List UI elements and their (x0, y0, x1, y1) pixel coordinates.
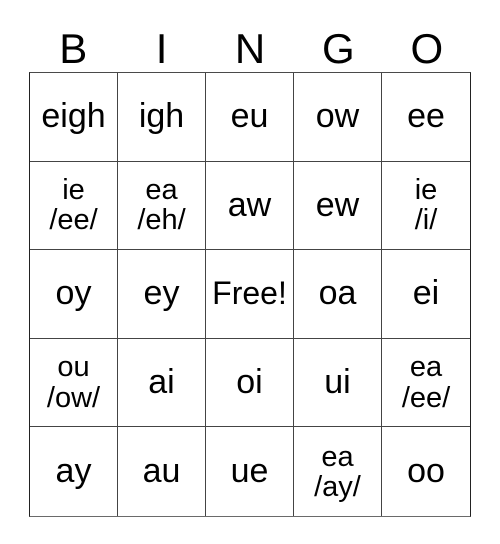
bingo-cell[interactable]: ue (206, 427, 294, 516)
bingo-header-letter-g: G (322, 25, 355, 72)
bingo-cell[interactable]: ay (30, 427, 118, 516)
bingo-cell-text: igh (138, 97, 185, 136)
bingo-cell-text: ei (412, 274, 440, 313)
bingo-cell[interactable]: ie /ee/ (30, 161, 118, 251)
bingo-cell[interactable]: ai (118, 338, 206, 428)
bingo-cell[interactable]: ie /i/ (382, 162, 470, 251)
bingo-cell[interactable]: eigh (30, 73, 118, 162)
bingo-cell[interactable]: ei (382, 250, 470, 339)
bingo-cell[interactable]: aw (206, 161, 294, 251)
bingo-cell[interactable]: ea /ay/ (294, 427, 382, 516)
bingo-cell[interactable]: ou /ow/ (30, 338, 118, 428)
bingo-header-row: B I N G O (29, 8, 471, 72)
bingo-cell-text: ie (414, 174, 438, 207)
bingo-cell[interactable]: ey (118, 250, 206, 339)
bingo-cell[interactable]: oo (382, 427, 470, 516)
bingo-cell-text: ue (230, 451, 269, 490)
bingo-cell[interactable]: ew (294, 161, 382, 251)
bingo-cell-text: aw (227, 185, 272, 224)
bingo-cell-subtext: /ee/ (49, 204, 98, 237)
bingo-cell[interactable]: ee (382, 73, 470, 162)
bingo-cell[interactable]: igh (118, 73, 206, 162)
bingo-cell[interactable]: ow (294, 73, 382, 162)
bingo-cell[interactable]: ui (294, 338, 382, 428)
bingo-cell-text: ey (143, 274, 180, 313)
bingo-cell-text: Free! (212, 275, 287, 312)
bingo-cell-text: ai (148, 362, 175, 401)
bingo-cell-text: ew (315, 185, 360, 224)
bingo-cell[interactable]: ea /ee/ (382, 339, 470, 428)
bingo-cell-text: ee (407, 97, 445, 136)
bingo-cell-text: ea (409, 351, 443, 384)
bingo-cell[interactable]: ea /eh/ (118, 161, 206, 251)
bingo-card: B I N G O eigh igh eu ow ee ie /ee/ ea /… (29, 8, 471, 517)
bingo-grid: eigh igh eu ow ee ie /ee/ ea /eh/ aw ew (29, 72, 471, 517)
bingo-cell[interactable]: eu (206, 73, 294, 162)
bingo-cell[interactable]: oy (30, 250, 118, 339)
bingo-cell-subtext: /i/ (414, 204, 438, 237)
bingo-cell-text: ui (324, 362, 351, 401)
bingo-cell-text: oi (236, 362, 263, 401)
bingo-cell-subtext: /ay/ (314, 470, 361, 503)
bingo-cell-text: ea (145, 174, 178, 207)
bingo-cell-text: oo (407, 451, 445, 490)
bingo-cell-subtext: /ee/ (401, 381, 451, 414)
bingo-header-letter-i: I (155, 25, 168, 72)
bingo-cell[interactable]: au (118, 427, 206, 516)
bingo-cell-text: oa (318, 274, 357, 313)
bingo-cell-text: eigh (41, 97, 106, 136)
bingo-header-letter-n: N (234, 25, 266, 72)
bingo-cell[interactable]: oa (294, 250, 382, 339)
bingo-cell-text: au (142, 451, 181, 490)
bingo-header-letter-b: B (59, 25, 88, 72)
bingo-header-letter-o: O (410, 25, 444, 72)
bingo-cell-text: eu (230, 97, 269, 136)
bingo-cell-text: ay (55, 451, 92, 490)
bingo-cell-subtext: /eh/ (137, 204, 186, 237)
bingo-cell-text: ea (321, 440, 354, 473)
bingo-cell-text: ow (315, 97, 360, 136)
bingo-cell-subtext: /ow/ (46, 381, 101, 414)
bingo-cell-text: oy (55, 274, 92, 313)
bingo-cell-text: ie (62, 174, 85, 207)
bingo-cell-text: ou (57, 351, 90, 384)
bingo-cell-free-space[interactable]: Free! (206, 250, 294, 339)
bingo-cell[interactable]: oi (206, 338, 294, 428)
